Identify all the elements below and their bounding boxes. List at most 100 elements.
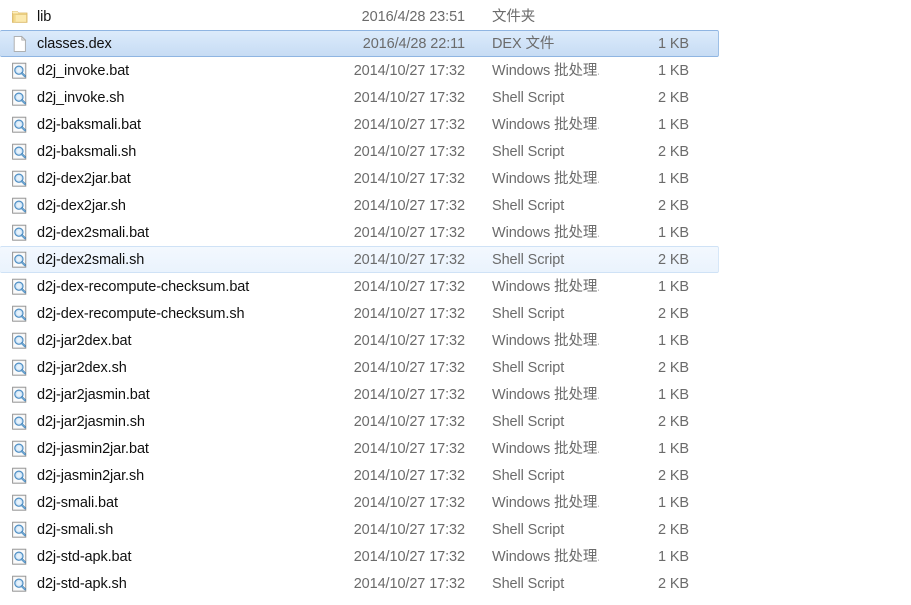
file-name-cell[interactable]: d2j-jar2jasmin.bat [0, 386, 229, 404]
file-row[interactable]: d2j-baksmali.sh 2014/10/27 17:32 Shell Scr… [0, 138, 911, 165]
file-name-cell[interactable]: d2j-baksmali.sh [0, 143, 229, 161]
file-type-label: Shell Script [492, 143, 565, 160]
file-name-cell[interactable]: classes.dex [0, 35, 229, 53]
file-size-cell: 1 KB [599, 548, 695, 566]
file-size-label: 2 KB [657, 197, 689, 214]
file-name-label: d2j-jar2dex.sh [37, 359, 127, 376]
file-name-cell[interactable]: d2j-dex-recompute-checksum.sh [0, 305, 245, 323]
file-row[interactable]: d2j-jasmin2jar.bat 2014/10/27 17:32 Window… [0, 435, 911, 462]
file-date-cell: 2014/10/27 17:32 [229, 116, 465, 134]
file-date-cell: 2014/10/27 17:32 [229, 494, 465, 512]
file-row[interactable]: d2j-dex2jar.bat 2014/10/27 17:32 Windows 批… [0, 165, 911, 192]
file-row[interactable]: d2j-dex2jar.sh 2014/10/27 17:32 Shell Scri… [0, 192, 911, 219]
file-name-cell[interactable]: d2j-jasmin2jar.bat [0, 440, 229, 458]
file-row[interactable]: d2j-dex2smali.bat 2014/10/27 17:32 Windows… [0, 219, 911, 246]
file-size-label: 1 KB [657, 548, 689, 565]
file-name-cell[interactable]: d2j-dex2smali.bat [0, 224, 229, 242]
file-row[interactable]: d2j-jasmin2jar.sh 2014/10/27 17:32 Shell S… [0, 462, 911, 489]
file-date-cell: 2014/10/27 17:32 [229, 278, 465, 296]
file-row[interactable]: d2j-dex-recompute-checksum.bat 2014/10/27… [0, 273, 911, 300]
file-size-cell: 1 KB [599, 494, 695, 512]
file-name-cell[interactable]: d2j-smali.sh [0, 521, 229, 539]
file-type-cell: Shell Script [465, 521, 599, 539]
file-type-label: Shell Script [492, 89, 565, 106]
unknown-file-icon [11, 440, 29, 458]
file-size-label: 1 KB [657, 278, 689, 295]
file-name-label: d2j-std-apk.sh [37, 575, 127, 592]
file-name-label: d2j_invoke.bat [37, 62, 130, 79]
file-date-label: 2014/10/27 17:32 [353, 278, 465, 295]
file-name-cell[interactable]: d2j-baksmali.bat [0, 116, 229, 134]
file-type-label: Shell Script [492, 575, 565, 592]
file-size-cell: 2 KB [599, 359, 695, 377]
file-size-label: 2 KB [657, 575, 689, 592]
unknown-file-icon [11, 494, 29, 512]
file-row[interactable]: d2j-smali.bat 2014/10/27 17:32 Windows 批处理… [0, 489, 911, 516]
file-name-cell[interactable]: d2j_invoke.bat [0, 62, 229, 80]
file-date-label: 2014/10/27 17:32 [353, 170, 465, 187]
file-row[interactable]: d2j-jar2jasmin.sh 2014/10/27 17:32 Shell S… [0, 408, 911, 435]
unknown-file-icon [11, 386, 29, 404]
file-row[interactable]: lib 2016/4/28 23:51 文件夹 [0, 3, 911, 30]
file-name-cell[interactable]: d2j-dex2smali.sh [0, 251, 229, 269]
file-row[interactable]: d2j-smali.sh 2014/10/27 17:32 Shell Script… [0, 516, 911, 543]
file-date-cell: 2014/10/27 17:32 [229, 332, 465, 350]
file-name-cell[interactable]: d2j-jar2jasmin.sh [0, 413, 229, 431]
file-type-label: Shell Script [492, 305, 565, 322]
file-row[interactable]: classes.dex 2016/4/28 22:11 DEX 文件 1 KB [0, 30, 719, 57]
file-row[interactable]: d2j-jar2jasmin.bat 2014/10/27 17:32 Window… [0, 381, 911, 408]
file-row[interactable]: d2j-jar2dex.sh 2014/10/27 17:32 Shell Scri… [0, 354, 911, 381]
file-date-label: 2014/10/27 17:32 [353, 521, 465, 538]
file-row[interactable]: d2j-std-apk.sh 2014/10/27 17:32 Shell Scri… [0, 570, 911, 597]
file-name-cell[interactable]: d2j-dex2jar.bat [0, 170, 229, 188]
file-size-label: 2 KB [657, 521, 689, 538]
file-date-cell: 2014/10/27 17:32 [229, 62, 465, 80]
file-date-cell: 2014/10/27 17:32 [229, 467, 465, 485]
file-name-cell[interactable]: d2j-smali.bat [0, 494, 229, 512]
file-row[interactable]: d2j-std-apk.bat 2014/10/27 17:32 Windows 批… [0, 543, 911, 570]
file-size-cell: 1 KB [599, 62, 695, 80]
file-name-cell[interactable]: d2j_invoke.sh [0, 89, 229, 107]
unknown-file-icon [11, 143, 29, 161]
file-name-label: d2j-jar2jasmin.sh [37, 413, 145, 430]
file-list[interactable]: lib 2016/4/28 23:51 文件夹 classes.dex 2016/4/2… [0, 0, 911, 597]
file-date-label: 2014/10/27 17:32 [353, 332, 465, 349]
file-row[interactable]: d2j-baksmali.bat 2014/10/27 17:32 Windows … [0, 111, 911, 138]
unknown-file-icon [11, 278, 29, 296]
file-date-cell: 2014/10/27 17:32 [229, 413, 465, 431]
file-row[interactable]: d2j-dex-recompute-checksum.sh 2014/10/27 … [0, 300, 911, 327]
file-date-label: 2016/4/28 23:51 [361, 8, 465, 25]
file-type-label: Windows 批处理... [492, 494, 599, 511]
unknown-file-icon [11, 197, 29, 215]
file-size-cell: 1 KB [599, 278, 695, 296]
file-name-cell[interactable]: d2j-dex-recompute-checksum.bat [0, 278, 249, 296]
file-name-label: classes.dex [37, 35, 112, 52]
file-size-label: 2 KB [657, 413, 689, 430]
file-name-cell[interactable]: lib [0, 8, 229, 26]
file-name-label: d2j-smali.sh [37, 521, 114, 538]
file-name-label: d2j-jar2jasmin.bat [37, 386, 150, 403]
file-name-cell[interactable]: d2j-jar2dex.bat [0, 332, 229, 350]
file-type-cell: Windows 批处理... [465, 548, 599, 566]
file-type-cell: Shell Script [465, 251, 599, 269]
file-type-label: 文件夹 [492, 8, 536, 25]
file-row[interactable]: d2j_invoke.sh 2014/10/27 17:32 Shell Scrip… [0, 84, 911, 111]
file-date-label: 2014/10/27 17:32 [353, 413, 465, 430]
file-name-cell[interactable]: d2j-jar2dex.sh [0, 359, 229, 377]
file-date-label: 2014/10/27 17:32 [353, 251, 465, 268]
file-name-cell[interactable]: d2j-jasmin2jar.sh [0, 467, 229, 485]
file-name-cell[interactable]: d2j-dex2jar.sh [0, 197, 229, 215]
file-row[interactable]: d2j-dex2smali.sh 2014/10/27 17:32 Shell Sc… [0, 246, 719, 273]
unknown-file-icon [11, 305, 29, 323]
file-type-label: Windows 批处理... [492, 548, 599, 565]
file-name-label: d2j-baksmali.sh [37, 143, 137, 160]
file-row[interactable]: d2j-jar2dex.bat 2014/10/27 17:32 Windows 批… [0, 327, 911, 354]
file-size-cell: 2 KB [599, 575, 695, 593]
file-row[interactable]: d2j_invoke.bat 2014/10/27 17:32 Windows 批处… [0, 57, 911, 84]
file-date-cell: 2014/10/27 17:32 [229, 521, 465, 539]
file-type-cell: Windows 批处理... [465, 332, 599, 350]
file-size-cell: 2 KB [599, 143, 695, 161]
file-name-cell[interactable]: d2j-std-apk.bat [0, 548, 229, 566]
unknown-file-icon [11, 116, 29, 134]
file-name-cell[interactable]: d2j-std-apk.sh [0, 575, 229, 593]
